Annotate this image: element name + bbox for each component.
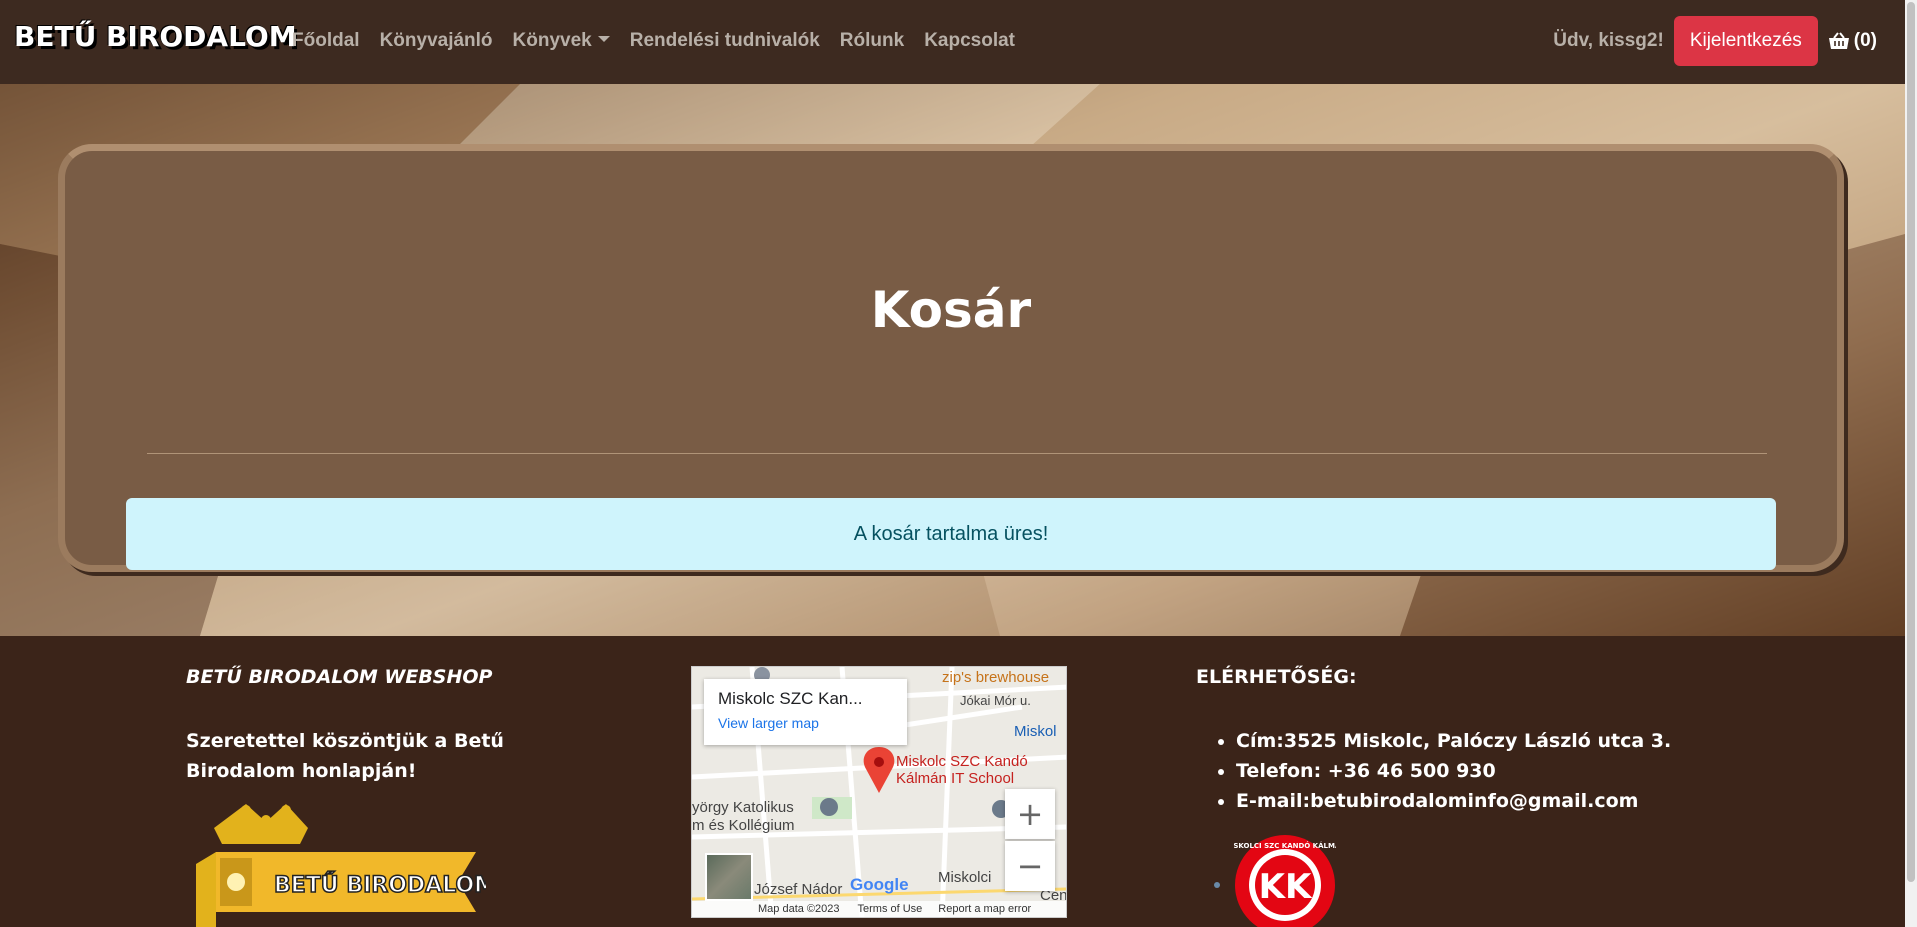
brand-logo[interactable]: BETŰ BIRODALOM [14,20,297,53]
satellite-toggle[interactable] [705,853,753,901]
school-logo-ring-text: MISKOLCI SZC KANDÓ KÁLMÁN [1234,841,1336,850]
logout-button[interactable]: Kijelentkezés [1673,16,1818,66]
cart-count: (0) [1853,30,1877,51]
contact-title: ELÉRHETŐSÉG: [1196,666,1357,688]
footer-about: BETŰ BIRODALOM WEBSHOP Szeretettel köszö… [186,666,606,786]
chevron-down-icon [597,36,610,43]
nav-link-about[interactable]: Rólunk [840,30,904,52]
basket-icon [1828,32,1849,49]
divider [147,453,1767,454]
nav-link-books-label: Könyvek [512,30,592,51]
contact-address: Cím:3525 Miskolc, Palóczy László utca 3. [1236,726,1671,756]
nav-link-recommendations[interactable]: Könyvajánló [380,30,493,52]
footer-contact: ELÉRHETŐSÉG: Cím:3525 Miskolc, Palóczy L… [1196,666,1671,816]
scrollbar-thumb[interactable] [1907,2,1915,882]
map-label-school: yörgy Katolikus [692,799,794,816]
footer-welcome-text: Szeretettel köszöntjük a Betű Birodalom … [186,730,504,782]
logo-text: BETŰ BIRODALOM [274,872,486,898]
view-larger-map-link[interactable]: View larger map [718,715,893,731]
nav-link-contact[interactable]: Kapcsolat [924,30,1015,52]
map-place-card: Miskolc SZC Kan... View larger map [704,679,907,745]
nav-link-books-dropdown[interactable]: Könyvek [513,30,610,52]
shop-logo: BETŰ BIRODALOM [196,804,486,927]
map-attribution: Map data ©2023 Terms of Use Report a map… [692,901,1066,917]
list-bullet [1214,882,1220,888]
map-label-poi: zip's brewhouse [942,669,1050,686]
zoom-out-button[interactable]: − [1005,841,1055,891]
page-title: Kosár [870,281,1032,339]
map-terms-link[interactable]: Terms of Use [858,903,923,915]
top-navbar: BETŰ BIRODALOM Főoldal Könyvajánló Könyv… [0,0,1905,84]
nav-links: Főoldal Könyvajánló Könyvek Rendelési tu… [292,30,1035,52]
nav-link-home[interactable]: Főoldal [292,30,360,52]
map-data-credit: Map data ©2023 [758,903,840,915]
map-label-miskolci: Miskolci [938,869,992,886]
zoom-in-button[interactable]: + [1005,789,1055,839]
map-pin-label: Miskolc SZC Kandó Kálmán IT School [896,753,1028,787]
school-logo[interactable]: KK MISKOLCI SZC KANDÓ KÁLMÁN [1234,834,1336,927]
footer: BETŰ BIRODALOM WEBSHOP Szeretettel köszö… [0,636,1905,927]
nav-link-ordering-info[interactable]: Rendelési tudnivalók [630,30,820,52]
cart-link[interactable]: (0) [1828,30,1877,52]
empty-cart-alert: A kosár tartalma üres! [126,498,1776,570]
map-report-link[interactable]: Report a map error [938,903,1031,915]
map-label-dorm: m és Kollégium [692,817,795,834]
embedded-map[interactable]: Miskolc SZC Kan... View larger map zip's… [691,666,1067,918]
user-greeting: Üdv, kissg2! [1553,30,1664,51]
map-place-title: Miskolc SZC Kan... [718,689,863,708]
map-label-city: Miskol [1014,723,1057,740]
hero-background: Kosár A kosár tartalma üres! [0,84,1905,636]
contact-list: Cím:3525 Miskolc, Palóczy László utca 3.… [1196,726,1671,816]
footer-shop-title: BETŰ BIRODALOM WEBSHOP [186,666,493,688]
contact-email[interactable]: E-mail:betubirodalominfo@gmail.com [1236,786,1671,816]
google-logo: Google [850,875,909,894]
map-label-street: Jókai Mór u. [960,693,1031,708]
contact-phone: Telefon: +36 46 500 930 [1236,756,1671,786]
map-label-nador: József Nádor [754,881,843,898]
nav-user-area: Üdv, kissg2! Kijelentkezés (0) [1553,16,1877,66]
school-logo-text: KK [1259,867,1313,907]
map-pin-label-line1: Miskolc SZC Kandó [896,753,1028,770]
map-pin-label-line2: Kálmán IT School [896,770,1015,787]
